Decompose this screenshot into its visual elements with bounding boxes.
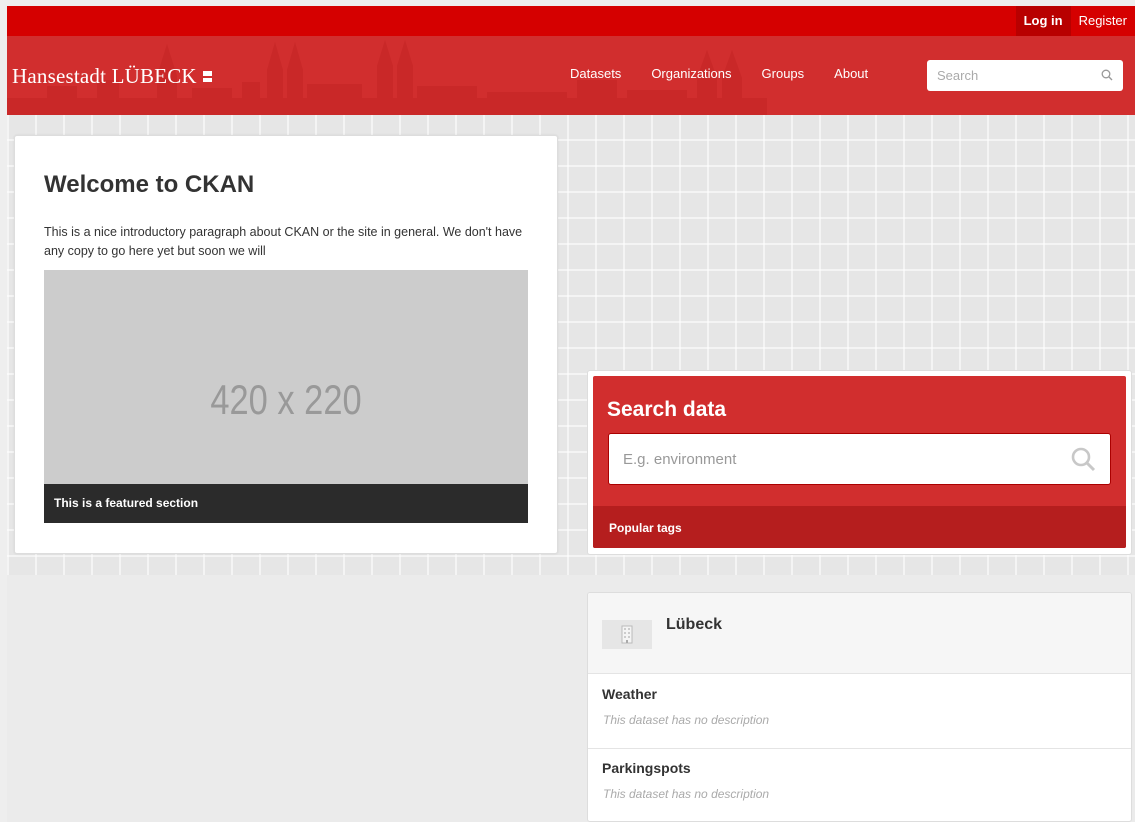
brand-text: Hansestadt LÜBECK bbox=[12, 64, 197, 88]
search-data-title: Search data bbox=[607, 398, 727, 421]
dataset-title[interactable]: Weather bbox=[602, 686, 657, 702]
welcome-title: Welcome to CKAN bbox=[44, 171, 255, 198]
search-data-box bbox=[608, 433, 1111, 485]
dataset-description: This dataset has no description bbox=[603, 713, 770, 727]
site-brand[interactable]: Hansestadt LÜBECK bbox=[12, 64, 212, 89]
header-search-input[interactable] bbox=[927, 60, 1107, 91]
brand-logo-icon bbox=[202, 71, 212, 82]
featured-caption: This is a featured section bbox=[44, 484, 528, 523]
dataset-item[interactable]: Weather This dataset has no description bbox=[588, 674, 1131, 749]
featured-caption-text: This is a featured section bbox=[54, 496, 199, 510]
featured-image-placeholder[interactable]: 420 x 220 bbox=[44, 270, 528, 484]
dataset-description: This dataset has no description bbox=[603, 787, 770, 801]
login-link[interactable]: Log in bbox=[1015, 6, 1071, 36]
nav-about[interactable]: About bbox=[834, 66, 868, 81]
popular-tags-label: Popular tags bbox=[609, 521, 682, 535]
popular-tags: Popular tags bbox=[593, 506, 1126, 548]
organization-header: Lübeck bbox=[588, 593, 1131, 674]
organization-showcase: Lübeck Weather This dataset has no descr… bbox=[587, 592, 1132, 822]
search-data-module: Search data Popular tags bbox=[587, 370, 1132, 555]
header-search bbox=[927, 60, 1123, 91]
main-nav: Datasets Organizations Groups About bbox=[570, 66, 898, 81]
nav-organizations[interactable]: Organizations bbox=[651, 66, 731, 81]
nav-groups[interactable]: Groups bbox=[762, 66, 805, 81]
dataset-title[interactable]: Parkingspots bbox=[602, 760, 691, 776]
register-link[interactable]: Register bbox=[1071, 6, 1135, 36]
search-icon[interactable] bbox=[1070, 446, 1096, 472]
organization-name[interactable]: Lübeck bbox=[666, 616, 722, 634]
welcome-card: Welcome to CKAN This is a nice introduct… bbox=[14, 135, 558, 554]
account-bar: Log in Register bbox=[7, 6, 1135, 36]
search-data-panel: Search data Popular tags bbox=[593, 376, 1126, 548]
placeholder-dimensions-text: 420 x 220 bbox=[210, 376, 362, 423]
dataset-item[interactable]: Parkingspots This dataset has no descrip… bbox=[588, 748, 1131, 821]
nav-datasets[interactable]: Datasets bbox=[570, 66, 621, 81]
building-icon bbox=[621, 625, 633, 644]
organization-logo[interactable] bbox=[602, 620, 652, 649]
welcome-intro: This is a nice introductory paragraph ab… bbox=[44, 225, 523, 258]
search-icon[interactable] bbox=[1101, 69, 1113, 81]
search-data-input[interactable] bbox=[609, 434, 1077, 484]
masthead: Hansestadt LÜBECK Datasets Organizations… bbox=[7, 36, 1135, 115]
